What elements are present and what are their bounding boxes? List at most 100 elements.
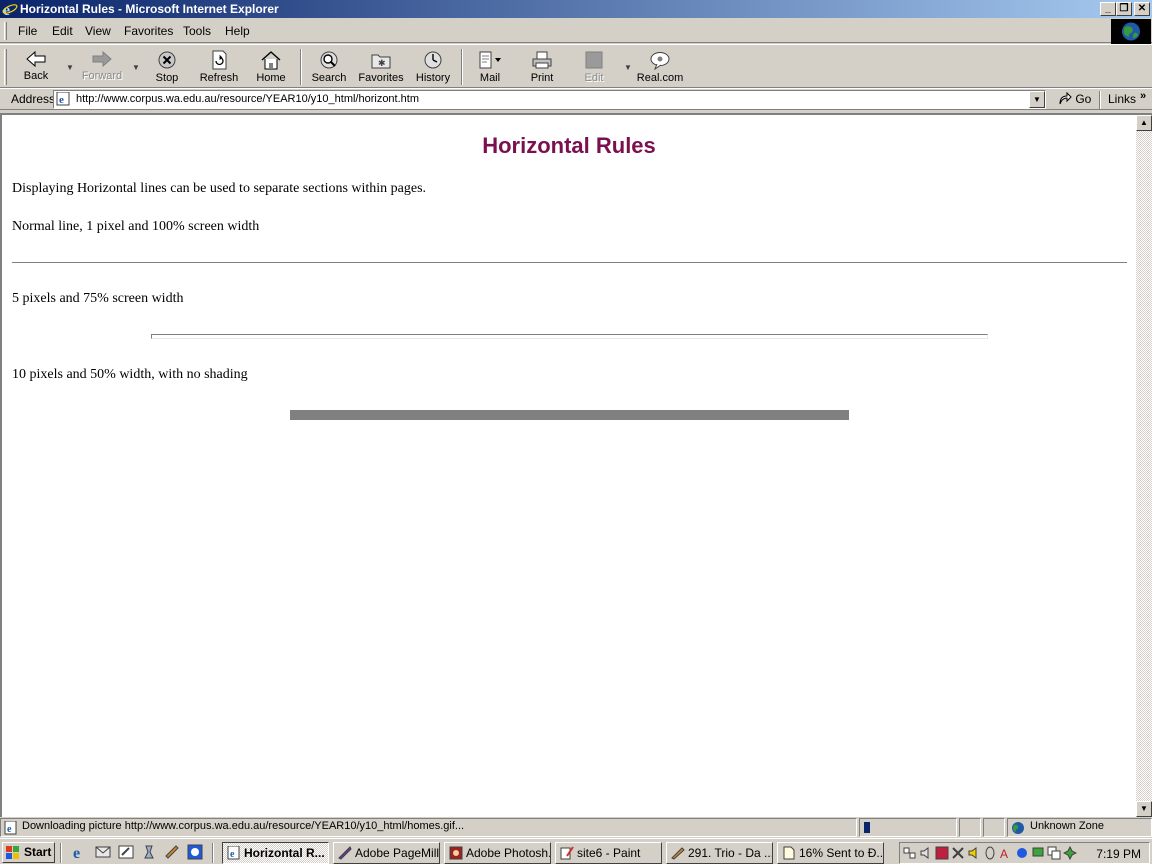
quicklaunch-outlook-icon[interactable] — [95, 844, 111, 860]
task-button-horizontal-rules[interactable]: e Horizontal R... — [222, 842, 329, 864]
horizontal-rule-50-noshade — [290, 410, 849, 420]
taskbar-separator — [212, 843, 214, 863]
go-arrow-icon — [1059, 91, 1072, 104]
close-button[interactable]: ✕ — [1134, 2, 1150, 16]
quicklaunch-tool-icon[interactable] — [141, 844, 157, 860]
task-button-paint[interactable]: site6 - Paint — [555, 842, 662, 864]
task-button-photoshop[interactable]: Adobe Photosh... — [444, 842, 551, 864]
paint-icon — [560, 846, 574, 860]
edit-page-icon — [585, 51, 603, 69]
tray-tool-icon[interactable] — [951, 846, 965, 860]
address-dropdown-icon[interactable]: ▼ — [1029, 91, 1045, 108]
minimize-button[interactable]: _ — [1100, 2, 1116, 16]
menu-grip[interactable] — [4, 22, 7, 40]
vertical-scrollbar[interactable]: ▲ ▼ — [1136, 115, 1152, 817]
quicklaunch-desktop-icon[interactable] — [118, 844, 134, 860]
refresh-label: Refresh — [199, 72, 239, 84]
search-label: Search — [311, 72, 347, 84]
tray-app-icon[interactable] — [935, 846, 949, 860]
scroll-down-button[interactable]: ▼ — [1136, 801, 1152, 817]
tray-volume-icon[interactable] — [919, 846, 933, 860]
favorites-button[interactable]: ✱ Favorites — [353, 47, 409, 87]
window-title: Horizontal Rules - Microsoft Internet Ex… — [20, 2, 279, 16]
progress-bar — [864, 822, 870, 833]
back-dropdown-icon[interactable]: ▼ — [66, 63, 74, 72]
search-icon — [320, 51, 338, 69]
back-button[interactable]: Back — [8, 47, 64, 87]
search-button[interactable]: Search — [301, 47, 357, 87]
progress-pane — [859, 818, 957, 837]
task-button-pagemill[interactable]: Adobe PageMill... — [333, 842, 440, 864]
status-pane-empty — [983, 818, 1005, 837]
svg-text:A: A — [1000, 847, 1008, 860]
menu-view[interactable]: View — [85, 24, 111, 38]
mail-button[interactable]: Mail — [462, 47, 518, 87]
window-title-bar[interactable]: e Horizontal Rules - Microsoft Internet … — [0, 0, 1152, 18]
document-icon — [783, 846, 795, 860]
edit-dropdown-icon[interactable]: ▼ — [624, 63, 632, 72]
security-zone-text: Unknown Zone — [1030, 820, 1104, 832]
tray-display-icon[interactable] — [1031, 846, 1045, 860]
ie-page-icon: e — [227, 846, 240, 860]
go-button[interactable]: Go — [1058, 91, 1091, 109]
tray-speaker-icon[interactable] — [967, 846, 981, 860]
stop-button[interactable]: Stop — [139, 47, 195, 87]
standard-toolbar: Back ▼ Forward ▼ Stop Refresh Home Searc… — [0, 44, 1152, 88]
tray-network-icon[interactable] — [903, 846, 917, 860]
address-url[interactable]: http://www.corpus.wa.edu.au/resource/YEA… — [76, 93, 419, 105]
browser-content-area: Horizontal Rules Displaying Horizontal l… — [0, 113, 1152, 817]
svg-text:e: e — [73, 845, 80, 860]
tray-acrobat-icon[interactable]: A — [999, 846, 1013, 860]
pagemill-icon — [338, 846, 352, 860]
links-button[interactable]: Links — [1108, 92, 1136, 106]
rule2-label: 5 pixels and 75% screen width — [12, 291, 184, 306]
intro-paragraph: Displaying Horizontal lines can be used … — [12, 181, 427, 196]
scroll-up-button[interactable]: ▲ — [1136, 115, 1152, 131]
history-button[interactable]: History — [405, 47, 461, 87]
start-button[interactable]: Start — [2, 842, 55, 863]
home-icon — [261, 51, 281, 70]
links-chevron-icon[interactable]: » — [1140, 90, 1146, 102]
taskbar: Start e e Horizontal R... Adobe PageMill… — [0, 838, 1152, 864]
toolbar-grip[interactable] — [4, 49, 7, 85]
quicklaunch-media-icon[interactable] — [187, 844, 203, 860]
forward-label: Forward — [81, 70, 123, 82]
forward-button[interactable]: Forward — [74, 47, 130, 87]
tray-copy-icon[interactable] — [1047, 846, 1061, 860]
svg-text:e: e — [7, 824, 12, 835]
tray-clip-icon[interactable] — [983, 846, 997, 860]
address-input[interactable]: e http://www.corpus.wa.edu.au/resource/Y… — [53, 90, 1046, 109]
menu-bar: File Edit View Favorites Tools Help — [0, 19, 1152, 43]
task-button-media[interactable]: 291. Trio - Da ... — [666, 842, 773, 864]
web-page: Horizontal Rules Displaying Horizontal l… — [2, 115, 1136, 815]
home-button[interactable]: Home — [243, 47, 299, 87]
quicklaunch-app-icon[interactable] — [164, 844, 180, 860]
favorites-folder-icon: ✱ — [371, 54, 391, 69]
menu-file[interactable]: File — [18, 24, 37, 38]
tray-antivirus-icon[interactable] — [1063, 846, 1077, 860]
page-heading: Horizontal Rules — [482, 133, 656, 158]
menu-edit[interactable]: Edit — [52, 24, 73, 38]
task-button-transfer[interactable]: 16% Sent to Đ... — [777, 842, 884, 864]
go-label: Go — [1075, 91, 1092, 106]
refresh-button[interactable]: Refresh — [191, 47, 247, 87]
printer-icon — [532, 51, 552, 69]
stop-label: Stop — [155, 72, 179, 84]
realcom-button[interactable]: Real.com — [632, 47, 688, 87]
svg-text:✱: ✱ — [378, 58, 386, 68]
horizontal-rule-normal — [12, 262, 1127, 264]
edit-button[interactable]: Edit — [566, 47, 622, 87]
clock[interactable]: 7:19 PM — [1096, 847, 1141, 861]
menu-help[interactable]: Help — [225, 24, 250, 38]
tray-messenger-icon[interactable] — [1015, 846, 1029, 860]
menu-tools[interactable]: Tools — [183, 24, 211, 38]
task-label: Adobe Photosh... — [466, 846, 551, 860]
menu-favorites[interactable]: Favorites — [124, 24, 173, 38]
restore-button[interactable]: ❐ — [1116, 2, 1132, 16]
quicklaunch-ie-icon[interactable]: e — [72, 844, 88, 860]
address-label: Address — [11, 92, 56, 106]
favorites-label: Favorites — [358, 72, 404, 84]
realcom-label: Real.com — [636, 72, 684, 84]
globe-icon — [1012, 822, 1024, 834]
print-button[interactable]: Print — [514, 47, 570, 87]
